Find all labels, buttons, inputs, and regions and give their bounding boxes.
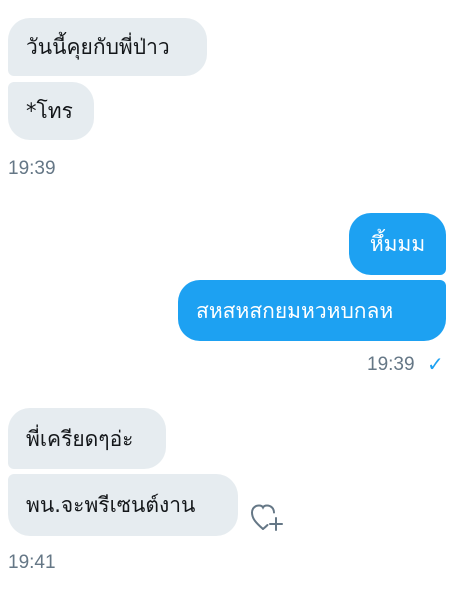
message-bubble-outgoing[interactable]: หึ้มมม xyxy=(349,213,446,275)
message-text: พี่เครียดๆอ่ะ xyxy=(26,426,134,451)
message-bubble-incoming[interactable]: พน.จะพรีเซนต์งาน xyxy=(8,474,238,536)
check-icon: ✓ xyxy=(427,352,444,376)
heart-add-icon[interactable] xyxy=(249,500,285,534)
message-timestamp: 19:39 xyxy=(8,158,56,179)
message-text: วันนี้คุยกับพี่ป่าว xyxy=(26,35,170,59)
message-bubble-incoming[interactable]: วันนี้คุยกับพี่ป่าว xyxy=(8,18,207,76)
message-bubble-incoming[interactable]: พี่เครียดๆอ่ะ xyxy=(8,408,166,469)
message-timestamp: 19:41 xyxy=(8,552,56,573)
message-bubble-incoming[interactable]: *โทร xyxy=(8,82,94,140)
message-text: *โทร xyxy=(26,99,73,123)
message-text: สหสหสกยมหวหบกลห xyxy=(196,298,394,323)
message-bubble-outgoing[interactable]: สหสหสกยมหวหบกลห xyxy=(178,280,446,341)
message-text: พน.จะพรีเซนต์งาน xyxy=(26,493,196,517)
message-timestamp: 19:39 xyxy=(367,354,415,375)
message-text: หึ้มมม xyxy=(369,232,426,256)
